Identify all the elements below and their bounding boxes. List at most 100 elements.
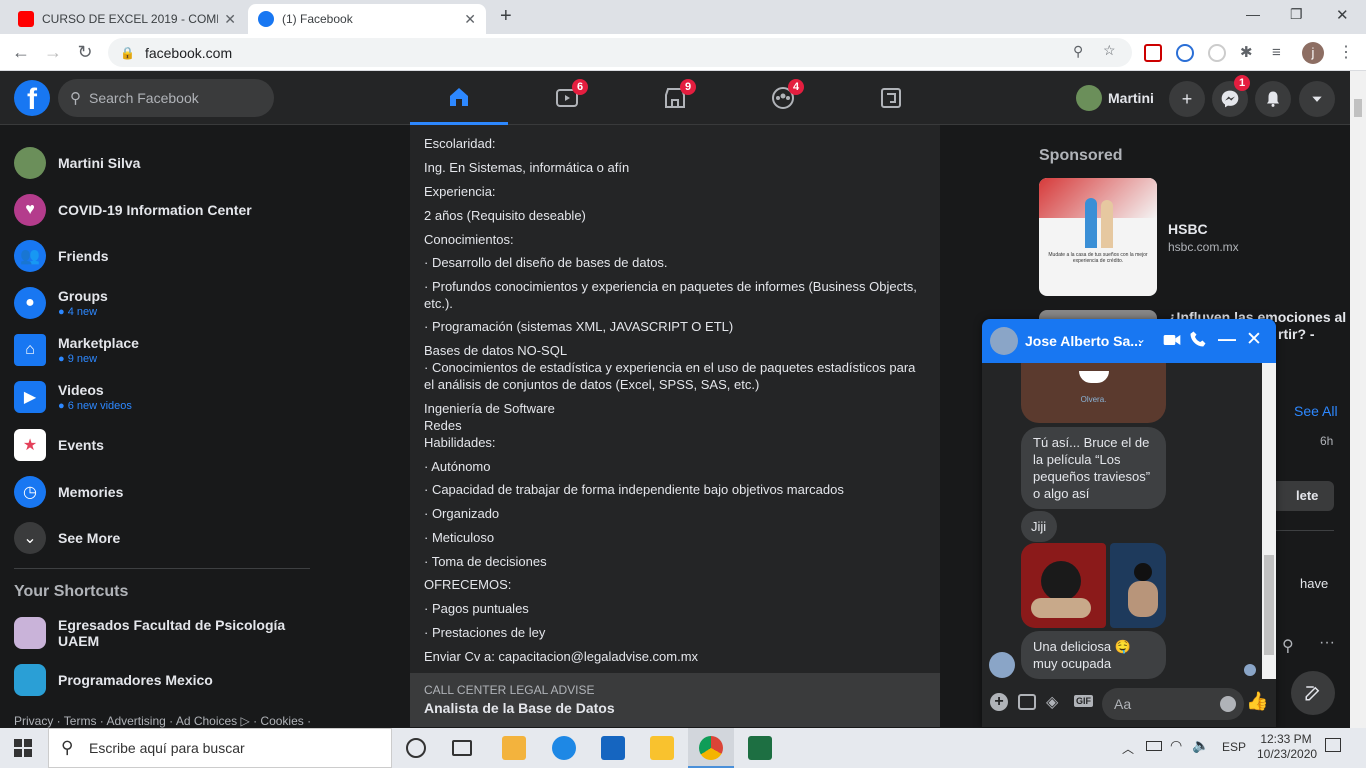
footer-links[interactable]: Privacy · Terms · Advertising · Ad Choic… <box>14 714 311 728</box>
see-all-link[interactable]: See All <box>1294 403 1338 419</box>
sticker-icon[interactable]: ◈ <box>1046 692 1058 712</box>
post-text-line: · Organizado <box>424 506 500 521</box>
store-icon[interactable] <box>502 736 526 760</box>
reload-icon[interactable]: ↻ <box>74 42 96 63</box>
profile-button[interactable]: Martini <box>1074 83 1162 113</box>
battery-icon[interactable] <box>1146 741 1162 751</box>
sidebar-item-videos[interactable]: ▶ Videos ● 6 new videos <box>14 381 132 413</box>
edge-icon[interactable] <box>552 736 576 760</box>
sidebar-item-marketplace[interactable]: ⌂ Marketplace ● 9 new <box>14 334 139 366</box>
zoom-icon[interactable]: ⚲ <box>1073 43 1083 60</box>
scrollbar-thumb[interactable] <box>1264 555 1274 655</box>
photo-icon[interactable] <box>1018 694 1036 710</box>
search-icon[interactable]: ⚲ <box>1282 636 1294 656</box>
search-input[interactable]: ⚲ Search Facebook <box>58 79 274 117</box>
ad-name[interactable]: HSBC <box>1168 221 1208 237</box>
create-button[interactable]: + <box>1169 81 1205 117</box>
chat-image-shape <box>1079 371 1109 383</box>
extension-icon[interactable] <box>1208 44 1226 62</box>
sidebar-item-covid[interactable]: ♥ COVID-19 Information Center <box>14 194 252 226</box>
account-menu-button[interactable] <box>1299 81 1335 117</box>
shortcut-egresados[interactable]: Egresados Facultad de Psicología UAEM <box>14 617 326 649</box>
sidebar-item-memories[interactable]: ◷ Memories <box>14 476 123 508</box>
sidebar-item-sub: ● 9 new <box>58 353 98 365</box>
close-chat-icon[interactable]: ✕ <box>1246 328 1262 351</box>
chat-scrollbar[interactable] <box>1262 363 1276 679</box>
close-window-button[interactable]: ✕ <box>1336 6 1349 24</box>
shortcut-programadores[interactable]: Programadores Mexico <box>14 664 213 696</box>
sidebar-see-more[interactable]: ⌄ See More <box>14 522 120 554</box>
chat-message-input[interactable]: Aa <box>1102 688 1244 720</box>
media-playlist-icon[interactable]: ≡ <box>1272 44 1290 62</box>
chat-header[interactable]: Jose Alberto Sa... ⌄ — ✕ <box>982 319 1276 363</box>
sidebar-item-events[interactable]: ★ Events <box>14 429 104 461</box>
page-scrollbar[interactable] <box>1350 71 1366 728</box>
address-bar[interactable]: 🔒 facebook.com ⚲ ☆ <box>108 38 1132 67</box>
tab-watch[interactable]: 6 <box>518 71 616 125</box>
chat-image-message[interactable]: Olvera. <box>1021 363 1166 423</box>
forward-arrow-icon[interactable]: → <box>42 42 64 63</box>
notifications-button[interactable] <box>1255 81 1291 117</box>
volume-icon[interactable]: 🔈 <box>1192 737 1209 754</box>
windows-start-icon[interactable] <box>14 739 32 757</box>
wifi-icon[interactable]: ◠ <box>1170 737 1182 754</box>
chat-photo[interactable] <box>1110 543 1166 628</box>
sidebar-item-groups[interactable]: ● Groups ● 4 new <box>14 287 108 319</box>
chat-photo[interactable] <box>1021 543 1106 628</box>
minimize-chat-icon[interactable]: — <box>1218 329 1236 350</box>
chat-message-bubble: Una deliciosa 🤤 muy ocupada <box>1021 631 1166 679</box>
language-indicator[interactable]: ESP <box>1222 740 1246 754</box>
like-thumb-icon[interactable]: 👍 <box>1246 691 1268 712</box>
close-icon[interactable]: ✕ <box>464 11 476 28</box>
chevron-down-icon[interactable]: ⌄ <box>1136 332 1146 346</box>
sidebar-item-label: Memories <box>58 484 124 500</box>
new-message-button[interactable] <box>1291 671 1335 715</box>
minimize-window-button[interactable]: — <box>1246 6 1260 22</box>
puzzle-extensions-icon[interactable]: ✱ <box>1240 44 1258 62</box>
chat-photo-subject <box>1041 561 1081 601</box>
task-view-icon[interactable] <box>452 740 472 756</box>
notification-center-icon[interactable] <box>1325 738 1341 752</box>
video-play-icon: ▶ <box>14 381 46 413</box>
chrome-icon <box>699 736 723 760</box>
bookmark-star-icon[interactable]: ☆ <box>1103 42 1116 59</box>
tab-gaming[interactable] <box>842 71 940 125</box>
sidebar-item-profile[interactable]: Martini Silva <box>14 147 140 179</box>
tab-groups[interactable]: 4 <box>734 71 832 125</box>
close-icon[interactable]: ✕ <box>224 11 236 28</box>
post-text-line: Experiencia: <box>424 184 496 199</box>
extension-icon[interactable] <box>1144 44 1162 62</box>
taskbar-chrome-active[interactable] <box>688 728 734 768</box>
phone-call-icon[interactable] <box>1189 330 1207 351</box>
ad-image-hsbc[interactable]: Mudate a la casa de tus sueños con la me… <box>1039 178 1157 296</box>
maximize-window-button[interactable]: ❐ <box>1290 6 1303 23</box>
cortana-icon[interactable] <box>406 738 426 758</box>
emoji-icon[interactable] <box>1220 696 1236 712</box>
chrome-menu-icon[interactable]: ⋮ <box>1338 44 1356 62</box>
chrome-profile-avatar[interactable]: j <box>1302 42 1324 64</box>
link-preview[interactable]: CALL CENTER LEGAL ADVISE Analista de la … <box>410 673 940 727</box>
react-devtools-icon[interactable] <box>1176 44 1194 62</box>
tab-marketplace[interactable]: 9 <box>626 71 724 125</box>
tab-facebook[interactable]: (1) Facebook ✕ <box>248 4 486 34</box>
more-options-icon[interactable]: ··· <box>1319 634 1335 652</box>
chevron-up-icon[interactable]: ︿ <box>1122 740 1134 757</box>
scrollbar-thumb[interactable] <box>1354 99 1362 117</box>
facebook-logo[interactable]: f <box>14 80 50 116</box>
mail-icon[interactable] <box>601 736 625 760</box>
tab-excel-course[interactable]: CURSO DE EXCEL 2019 - COMPLETO ✕ <box>8 4 246 34</box>
excel-icon[interactable] <box>748 736 772 760</box>
sidebar-item-friends[interactable]: 👥 Friends <box>14 240 109 272</box>
back-arrow-icon[interactable]: ← <box>10 42 32 63</box>
new-tab-button[interactable]: + <box>500 5 512 28</box>
tab-home[interactable] <box>410 71 508 125</box>
file-explorer-icon[interactable] <box>650 736 674 760</box>
chat-photo-subject <box>1031 598 1091 618</box>
delete-button[interactable]: lete <box>1276 481 1334 511</box>
taskbar-search-input[interactable]: ⚲ Escribe aquí para buscar <box>48 728 392 768</box>
video-call-icon[interactable] <box>1162 330 1182 353</box>
system-clock[interactable]: 12:33 PM 10/23/2020 <box>1257 732 1317 762</box>
gif-icon[interactable]: GIF <box>1074 695 1093 707</box>
add-plus-icon[interactable]: + <box>990 693 1008 711</box>
messenger-button[interactable]: 1 <box>1212 75 1250 117</box>
